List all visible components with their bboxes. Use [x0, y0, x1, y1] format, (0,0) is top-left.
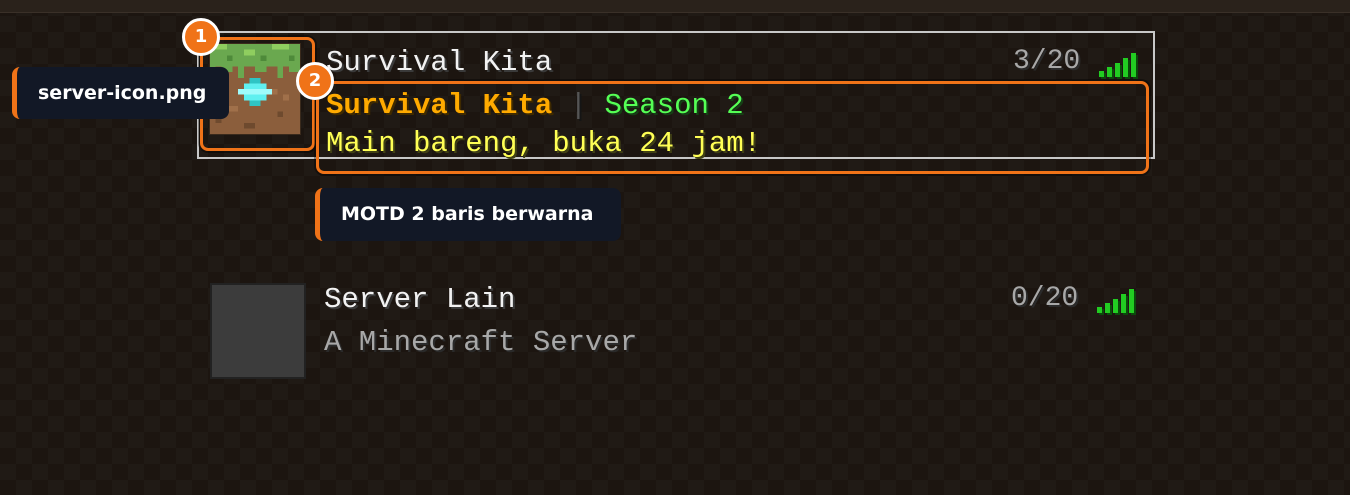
signal-strength-icon	[1097, 289, 1139, 313]
player-count: 0/20	[1011, 283, 1079, 314]
callout-server-icon: server-icon.png	[12, 67, 229, 119]
default-server-icon	[210, 283, 306, 379]
server-entry-server-lain[interactable]: Server Lain 0/20 A Minecraft Server	[197, 280, 1155, 408]
server-name: Survival Kita	[326, 46, 553, 79]
player-count: 3/20	[1013, 46, 1081, 77]
callout-motd: MOTD 2 baris berwarna	[315, 188, 621, 241]
motd-highlight	[316, 81, 1149, 174]
server-name: Server Lain	[324, 283, 516, 316]
annotation-badge-1: 1	[182, 18, 220, 56]
signal-strength-icon	[1099, 53, 1141, 77]
top-border	[0, 0, 1350, 13]
callout-label: MOTD 2 baris berwarna	[341, 203, 594, 225]
motd-line-1: A Minecraft Server	[324, 326, 638, 359]
annotation-badge-2: 2	[296, 62, 334, 100]
callout-label: server-icon.png	[38, 81, 207, 104]
